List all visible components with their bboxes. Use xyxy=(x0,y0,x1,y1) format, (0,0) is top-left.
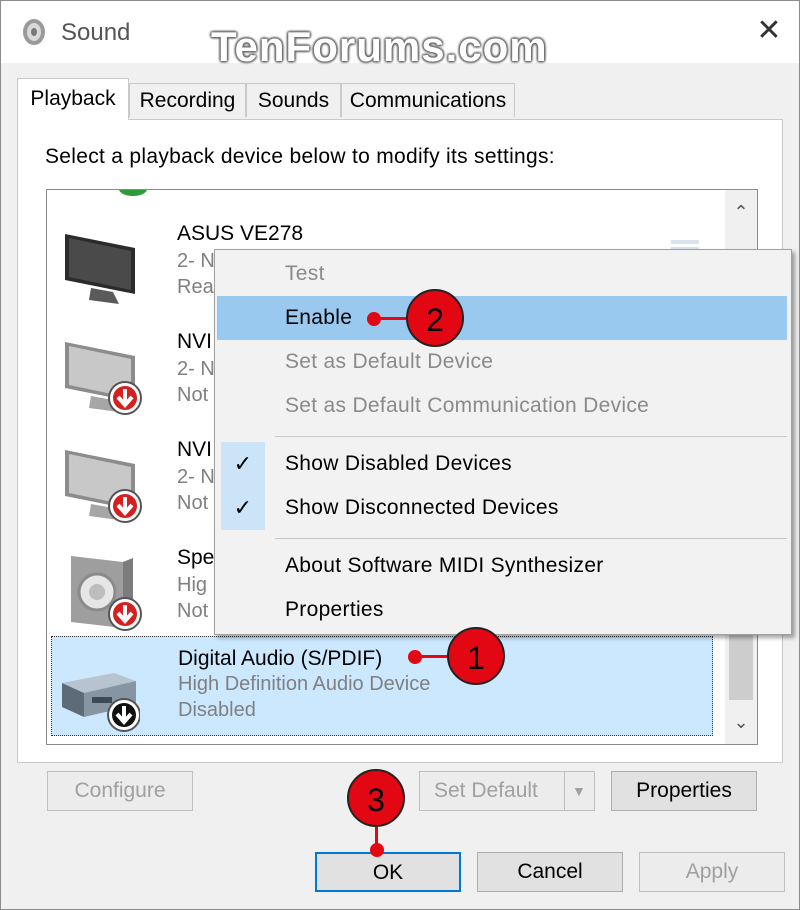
menu-item-test[interactable]: Test xyxy=(217,252,787,296)
checkmark-icon: ✓ xyxy=(221,486,265,530)
menu-item-label: Set as Default Device xyxy=(285,350,494,373)
menu-item-label: Properties xyxy=(285,598,384,621)
device-name: Spe xyxy=(177,546,215,569)
menu-item-set-default-communication[interactable]: Set as Default Communication Device xyxy=(217,384,787,428)
menu-separator xyxy=(275,436,787,437)
ok-button[interactable]: OK xyxy=(315,852,461,892)
default-device-indicator xyxy=(119,190,147,196)
menu-item-label: Test xyxy=(285,262,325,285)
device-description: High Definition Audio Device xyxy=(178,673,431,695)
set-default-button[interactable]: Set Default ▼ xyxy=(419,771,595,811)
tab-recording[interactable]: Recording xyxy=(129,83,246,117)
tab-sounds[interactable]: Sounds xyxy=(246,83,341,117)
device-name: ASUS VE278 xyxy=(177,222,304,245)
device-description: 2- N xyxy=(177,250,215,272)
callout-3-pointer xyxy=(370,843,384,857)
chevron-down-icon[interactable]: ▼ xyxy=(572,772,586,810)
menu-item-enable[interactable]: Enable xyxy=(217,296,787,340)
device-item-selected[interactable]: Digital Audio (S/PDIF) High Definition A… xyxy=(51,636,713,736)
title-bar: Sound TenForums.com ✕ xyxy=(1,1,799,70)
device-status: Disabled xyxy=(178,699,256,721)
configure-button[interactable]: Configure xyxy=(47,771,193,811)
watermark: TenForums.com xyxy=(211,23,548,70)
menu-item-show-disabled[interactable]: ✓ Show Disabled Devices xyxy=(217,442,787,486)
checkmark-icon: ✓ xyxy=(221,442,265,486)
properties-button[interactable]: Properties xyxy=(611,771,757,811)
device-name: Digital Audio (S/PDIF) xyxy=(178,647,383,670)
callout-2-badge: 2 xyxy=(406,289,464,347)
callout-3-badge: 3 xyxy=(347,769,405,827)
tab-playback[interactable]: Playback xyxy=(17,78,129,120)
device-status: Not xyxy=(177,384,209,406)
device-status: Not xyxy=(177,492,209,514)
menu-separator xyxy=(275,538,787,539)
scroll-down-icon[interactable]: ⌄ xyxy=(725,704,757,740)
menu-item-about-midi[interactable]: About Software MIDI Synthesizer xyxy=(217,544,787,588)
tab-communications[interactable]: Communications xyxy=(341,83,515,117)
context-menu: Test Enable Set as Default Device Set as… xyxy=(214,249,792,635)
instruction-text: Select a playback device below to modify… xyxy=(45,145,555,168)
set-default-label: Set Default xyxy=(434,779,538,802)
split-divider xyxy=(564,772,565,810)
monitor-icon xyxy=(65,342,142,415)
menu-item-set-default-device[interactable]: Set as Default Device xyxy=(217,340,787,384)
menu-item-properties[interactable]: Properties xyxy=(217,588,787,632)
menu-item-label: Show Disconnected Devices xyxy=(285,496,559,519)
window-title: Sound xyxy=(61,19,131,46)
device-status: Not xyxy=(177,600,209,622)
cancel-button[interactable]: Cancel xyxy=(477,852,623,892)
menu-item-label: Show Disabled Devices xyxy=(285,452,512,475)
close-icon[interactable]: ✕ xyxy=(751,13,787,49)
scroll-up-icon[interactable]: ⌃ xyxy=(725,194,757,230)
callout-1-badge: 1 xyxy=(447,627,505,685)
apply-button[interactable]: Apply xyxy=(639,852,785,892)
speaker-app-icon xyxy=(23,19,45,45)
sound-dialog: Sound TenForums.com ✕ Playback Recording… xyxy=(0,0,800,910)
device-description: Hig xyxy=(177,574,208,596)
menu-item-label: Enable xyxy=(285,306,353,329)
receiver-icon xyxy=(62,673,140,732)
speaker-icon xyxy=(71,556,142,631)
menu-item-label: Set as Default Communication Device xyxy=(285,394,650,417)
monitor-icon xyxy=(65,234,135,304)
monitor-icon xyxy=(65,450,142,523)
device-name: NVI xyxy=(177,438,213,461)
menu-item-show-disconnected[interactable]: ✓ Show Disconnected Devices xyxy=(217,486,787,530)
device-description: 2- N xyxy=(177,358,215,380)
device-status: Rea xyxy=(177,276,214,298)
device-description: 2- N xyxy=(177,466,215,488)
menu-item-label: About Software MIDI Synthesizer xyxy=(285,554,604,577)
device-name: NVI xyxy=(177,330,213,353)
